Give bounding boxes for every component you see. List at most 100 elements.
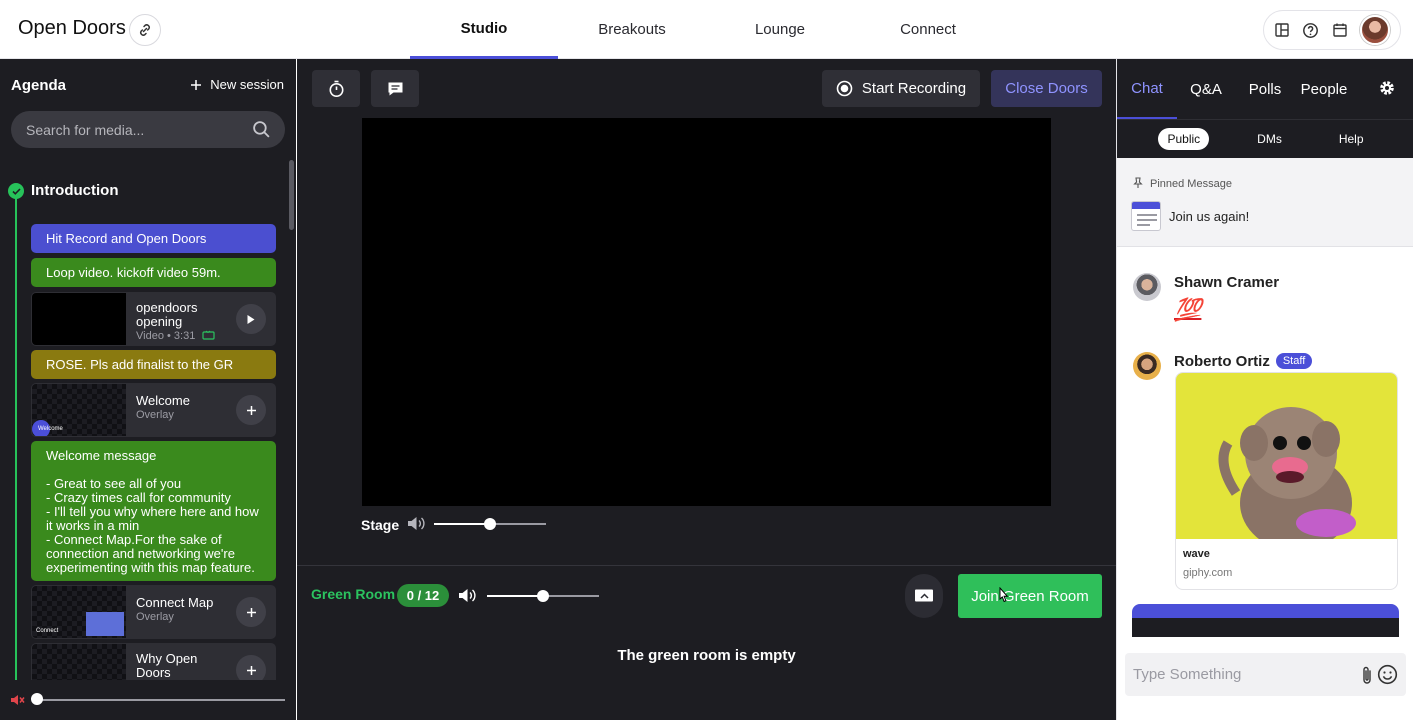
timeline-line [15,190,17,680]
giphy-source[interactable]: giphy.com [1183,567,1232,579]
agenda-media-item[interactable]: Welcome Welcome Overlay [31,383,276,437]
agenda-media-item[interactable]: opendoors opening Video • 3:31 [31,292,276,346]
agenda-note[interactable]: Hit Record and Open Doors [31,224,276,253]
chat-panel-tabs: Chat Q&A Polls People [1117,59,1413,119]
thumbnail-text: Connect [36,628,59,634]
media-name: Why Open Doors [136,651,198,680]
subtab-dms[interactable]: DMs [1248,128,1291,150]
link-icon [140,24,150,36]
copy-link-button[interactable] [129,14,161,46]
subtab-help[interactable]: Help [1330,128,1373,150]
tab-studio[interactable]: Studio [410,0,558,59]
speaker-icon[interactable] [458,587,477,604]
media-thumbnail: Welcome [32,384,126,436]
app-title: Open Doors [18,17,126,39]
agenda-note[interactable]: Welcome message - Great to see all of yo… [31,441,276,581]
agenda-note[interactable]: ROSE. Pls add finalist to the GR [31,350,276,379]
emoji-icon[interactable] [1377,664,1398,685]
add-to-stage-button[interactable] [236,597,266,627]
pinned-message-label: Pinned Message [1150,178,1232,190]
media-thumbnail: Connect [32,586,126,638]
screen-share-button[interactable] [905,574,943,618]
agenda-media-item[interactable]: Connect Connect Map Overlay [31,585,276,639]
agenda-media-item[interactable]: Why Open Doors [31,643,276,680]
stopwatch-icon [329,80,343,97]
chat-attachment-preview[interactable] [1132,604,1399,637]
note-text: Loop video. kickoff video 59m. [46,265,221,280]
close-doors-button[interactable]: Close Doors [991,70,1102,107]
section-title[interactable]: Introduction [31,182,118,199]
hundred-points-emoji: 💯 [1174,297,1202,322]
layout-icon[interactable] [1274,22,1290,38]
stage-volume-knob[interactable] [484,518,496,530]
message-author[interactable]: Shawn Cramer [1174,274,1279,291]
media-thumbnail [32,644,126,680]
tab-qa[interactable]: Q&A [1177,59,1235,119]
chat-subtabs: Public DMs Help [1117,119,1413,158]
muted-speaker-icon[interactable] [9,692,25,708]
stage-volume-fill [434,523,490,525]
message-button[interactable] [371,70,419,107]
green-room-count-badge: 0 / 12 [397,584,449,607]
green-room-empty-message: The green room is empty [617,647,796,664]
thumbnail-map [86,612,124,636]
sidebar-volume-knob[interactable] [31,693,43,705]
avatar[interactable] [1133,352,1161,380]
mouse-cursor-icon [999,587,1009,603]
agenda-title: Agenda [11,77,67,94]
tab-lounge[interactable]: Lounge [706,0,854,59]
note-text: ROSE. Pls add finalist to the GR [46,357,234,372]
speaker-icon[interactable] [407,515,426,532]
pinned-message-text: Join us again! [1169,209,1250,224]
pin-icon [1133,177,1143,188]
add-to-stage-button[interactable] [236,655,266,680]
message-author-name: Roberto Ortiz [1174,353,1270,370]
search-icon[interactable] [252,120,271,139]
chat-input[interactable] [1133,666,1353,683]
sidebar-volume-track[interactable] [37,699,285,701]
plus-icon [191,79,202,90]
tab-breakouts[interactable]: Breakouts [558,0,706,59]
agenda-note[interactable]: Loop video. kickoff video 59m. [31,258,276,287]
plus-icon [246,665,256,675]
stage-label: Stage [361,517,400,533]
agenda-scrollbar[interactable] [289,160,294,230]
stage-video[interactable] [362,118,1051,506]
calendar-icon[interactable] [1332,22,1348,38]
section-check-icon [8,183,24,199]
join-green-room-button[interactable]: Join Green Room [958,574,1102,618]
loop-icon [202,330,215,340]
tab-people[interactable]: People [1295,59,1353,119]
play-button[interactable] [236,304,266,334]
green-room-volume-knob[interactable] [537,590,549,602]
giphy-card[interactable]: wave giphy.com [1175,372,1398,590]
avatar[interactable] [1133,273,1161,301]
green-room-divider [297,565,1116,566]
message-icon [388,82,402,95]
agenda-list[interactable]: Introduction Hit Record and Open Doors L… [0,160,296,680]
pinned-message[interactable]: Pinned Message Join us again! [1117,158,1413,247]
tab-connect[interactable]: Connect [854,0,1002,59]
start-recording-label: Start Recording [861,80,967,97]
media-search-input[interactable] [26,121,246,138]
tab-chat[interactable]: Chat [1117,59,1177,119]
play-icon [247,314,255,324]
note-text: Welcome message - Great to see all of yo… [46,448,259,575]
gear-icon[interactable] [1378,79,1396,97]
subtab-public[interactable]: Public [1158,128,1210,150]
tab-polls[interactable]: Polls [1235,59,1295,119]
user-avatar[interactable] [1359,15,1390,45]
start-recording-button[interactable]: Start Recording [822,70,980,107]
main-tabs: Studio Breakouts Lounge Connect [410,0,1002,59]
studio-stage-area: Start Recording Close Doors Stage Green … [297,59,1116,720]
media-search [11,111,285,148]
message-author[interactable]: Roberto Ortiz Staff [1174,353,1313,370]
paperclip-icon[interactable] [1361,665,1373,685]
add-to-stage-button[interactable] [236,395,266,425]
timer-button[interactable] [312,70,360,107]
staff-badge: Staff [1275,353,1313,369]
top-icon-group [1263,10,1401,50]
help-icon[interactable] [1302,22,1319,39]
thumbnail-text: Welcome [38,426,63,432]
new-session-button[interactable]: New session [190,77,284,92]
